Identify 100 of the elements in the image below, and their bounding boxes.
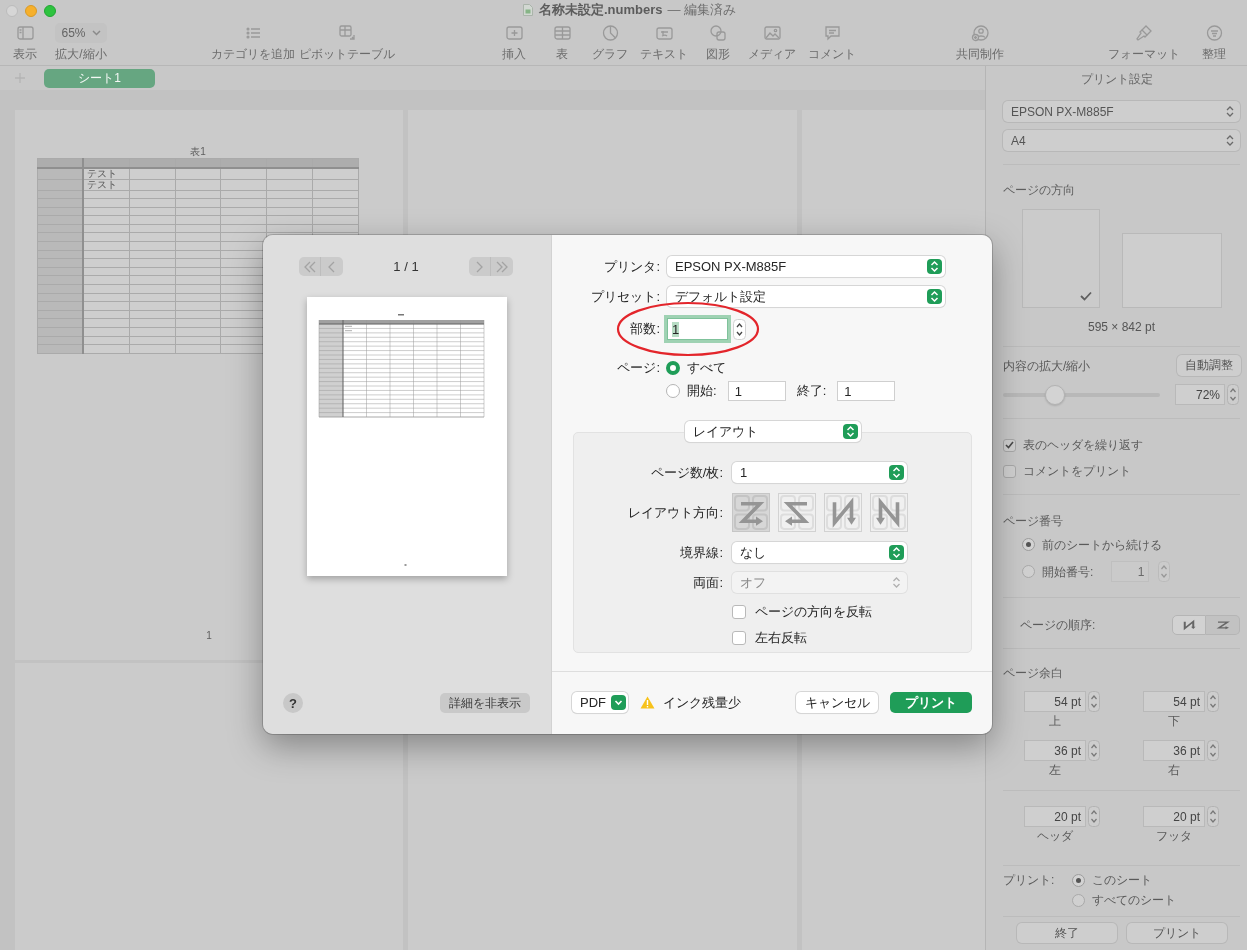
printer-dropdown[interactable]: EPSON PX-M885F — [1003, 101, 1240, 122]
toolbar-button[interactable]: コメント — [808, 20, 856, 61]
checkbox-label: ページの方向を反転 — [755, 603, 872, 621]
toolbar-button[interactable]: 共同制作 — [956, 20, 1004, 61]
warning-text: インク残量少 — [663, 693, 741, 712]
checkmark-icon — [1079, 291, 1092, 301]
page-indicator: 1 / 1 — [393, 259, 419, 274]
panel-button[interactable]: プリント — [1126, 923, 1227, 943]
table-arrow-icon — [337, 24, 357, 42]
radio-button[interactable] — [1072, 873, 1086, 887]
portrait-page-option[interactable] — [1021, 209, 1100, 308]
radio-label: 開始: — [687, 382, 717, 400]
reverse-z-arrow-icon — [779, 494, 815, 531]
layout-direction-button[interactable] — [778, 493, 816, 532]
up-down-chevron-icon — [889, 465, 904, 480]
toolbar-button[interactable]: メディア — [748, 20, 796, 61]
close-button[interactable] — [6, 4, 18, 17]
page-number: 1 — [206, 630, 212, 641]
text-box-icon — [654, 24, 674, 42]
speech-bubble-icon — [822, 24, 842, 42]
radio-label: 前のシートから続ける — [1042, 537, 1162, 552]
margin-field[interactable]: 54 pt — [1024, 691, 1086, 712]
toolbar-button[interactable]: カテゴリを追加 — [211, 20, 295, 61]
margin-field[interactable]: 20 pt — [1143, 806, 1205, 827]
copies-field[interactable]: 1 — [667, 318, 728, 340]
pdf-menu-button[interactable]: PDF — [572, 692, 628, 713]
margin-field[interactable]: 20 pt — [1024, 806, 1086, 827]
checkbox-label: コメントをプリント — [1023, 464, 1131, 478]
section-label: ページの方向 — [1003, 183, 1076, 197]
slider-thumb[interactable] — [1044, 384, 1065, 405]
margin-field[interactable]: 36 pt — [1024, 740, 1086, 761]
radio-label: すべて — [687, 359, 726, 377]
help-button[interactable]: ? — [283, 693, 303, 713]
radio-button[interactable] — [666, 361, 680, 375]
field-label: レイアウト方向: — [627, 503, 723, 522]
layout-direction-button[interactable] — [824, 493, 862, 532]
checkbox[interactable] — [1003, 438, 1016, 452]
toolbar-button[interactable]: 表 — [544, 20, 580, 61]
image-icon — [762, 24, 782, 42]
section-label: ページの順序: — [1020, 618, 1096, 632]
radio-button[interactable] — [1072, 893, 1086, 907]
toolbar-button[interactable]: 挿入 — [496, 20, 532, 61]
zoom-button[interactable] — [44, 4, 56, 17]
margin-field[interactable]: 36 pt — [1143, 740, 1205, 761]
toolbar-button[interactable]: グラフ — [592, 20, 628, 61]
layout-direction-button[interactable] — [732, 493, 770, 532]
checkbox[interactable] — [732, 631, 746, 645]
field-label: プリセット: — [590, 287, 660, 306]
toolbar-button[interactable]: テキスト — [640, 20, 688, 61]
printer-dropdown[interactable]: EPSON PX-M885F — [667, 256, 945, 277]
double-chevron-right-icon — [495, 260, 509, 273]
up-down-chevron-icon — [1226, 105, 1234, 118]
section-label: 内容の拡大/縮小 — [1003, 358, 1091, 373]
field-label: 終了: — [796, 382, 827, 400]
page-order-button[interactable] — [1206, 615, 1240, 635]
chevron-down-icon — [91, 30, 101, 36]
from-page-field[interactable]: 1 — [727, 381, 786, 401]
person-plus-icon — [970, 24, 990, 42]
panel-button[interactable]: 終了 — [1016, 923, 1117, 943]
toolbar-button[interactable]: 整理 — [1196, 20, 1232, 61]
toolbar-button[interactable]: ピボットテーブル — [299, 20, 395, 61]
field-caption: 上 — [1048, 714, 1062, 728]
border-dropdown[interactable]: なし — [732, 542, 907, 563]
double-chevron-left-icon — [302, 260, 317, 273]
preset-dropdown[interactable]: デフォルト設定 — [667, 286, 945, 307]
cancel-button[interactable]: キャンセル — [796, 692, 878, 713]
section-label: ページ余白 — [1003, 666, 1064, 680]
radio-button[interactable] — [1022, 538, 1035, 551]
sidebar-icon — [15, 24, 35, 42]
zoom-dropdown[interactable]: 65% — [55, 23, 107, 43]
checkbox[interactable] — [732, 605, 746, 619]
minimize-button[interactable] — [25, 4, 37, 17]
sheet-tab[interactable]: シート1 — [44, 68, 155, 88]
print-button[interactable]: プリント — [890, 692, 972, 713]
toolbar-button[interactable]: フォーマット — [1108, 20, 1180, 61]
toolbar-button[interactable]: 表示 — [5, 20, 45, 61]
field-caption: フッタ — [1155, 829, 1193, 843]
stepper-icon[interactable] — [733, 318, 746, 340]
checkbox[interactable] — [1003, 464, 1016, 478]
radio-label: 開始番号: — [1042, 564, 1094, 579]
field-label: ページ: — [616, 359, 660, 377]
radio-button[interactable] — [666, 384, 680, 398]
to-page-field[interactable]: 1 — [837, 381, 896, 401]
page-order-button[interactable] — [1172, 615, 1206, 635]
edited-status: — 編集済み — [667, 1, 737, 19]
field-label: ページ数/枚: — [649, 463, 723, 482]
layout-direction-button[interactable] — [870, 493, 908, 532]
hide-details-button[interactable]: 詳細を非表示 — [440, 693, 530, 713]
field-caption: ヘッダ — [1036, 829, 1074, 843]
checkmark-icon — [1005, 441, 1014, 449]
margin-field[interactable]: 54 pt — [1143, 691, 1205, 712]
toolbar-button[interactable]: 図形 — [700, 20, 736, 61]
pages-per-sheet-dropdown[interactable]: 1 — [732, 462, 907, 483]
checkbox-label: 表のヘッダを繰り返す — [1023, 438, 1143, 452]
warning-icon — [640, 696, 655, 709]
scale-field[interactable]: 72% — [1175, 384, 1225, 405]
section-label: ページ番号 — [1003, 514, 1064, 528]
paper-size-dropdown[interactable]: A4 — [1003, 130, 1240, 151]
auto-fit-button[interactable]: 自動調整 — [1177, 355, 1241, 376]
section-dropdown[interactable]: レイアウト — [684, 421, 861, 442]
